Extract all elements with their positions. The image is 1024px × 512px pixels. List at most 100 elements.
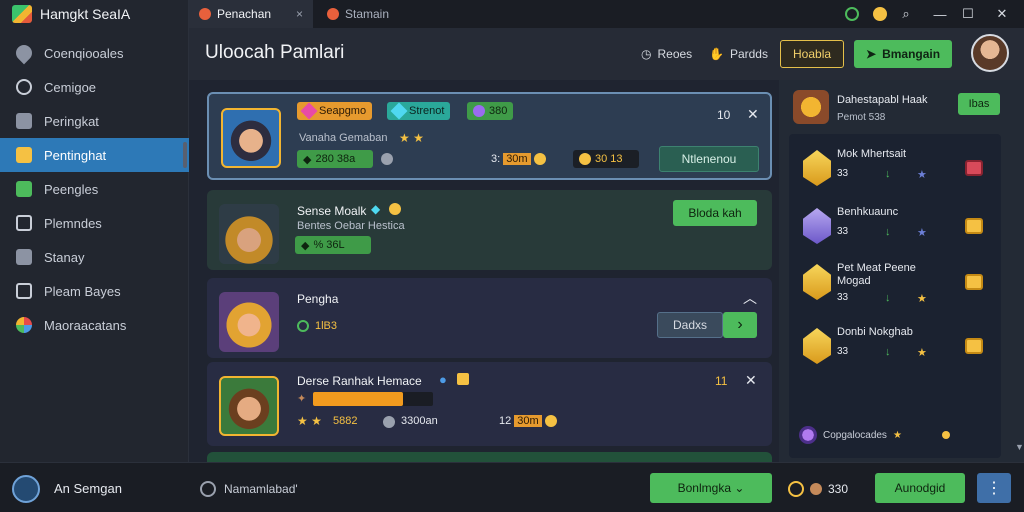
sidebar-item-plemndes[interactable]: Plemndes — [0, 206, 189, 240]
status-text: Namamlabad' — [224, 482, 298, 496]
sword-icon: ◆ — [301, 239, 310, 252]
sidebar-item-label: Coenqiooales — [44, 45, 124, 61]
pardds-link[interactable]: ✋ Pardds — [709, 40, 768, 68]
quest-card[interactable]: Sense Moalk ◆ Bentes Oebar Hestica ◆ % 3… — [207, 190, 772, 270]
bonlmgka-dropdown[interactable]: Bonlmgka ⌄ — [650, 473, 772, 503]
power-stat: ◆ % 36L — [295, 236, 371, 254]
sidebar: Hamgkt SeaIA Coenqiooales Cemigoe Pering… — [0, 0, 189, 462]
more-options-button[interactable]: ⋮ — [977, 473, 1011, 503]
paw-icon — [810, 483, 822, 495]
bloda-kah-button[interactable]: Bloda kah — [673, 200, 757, 226]
list-item[interactable]: Donbi Nokghab 33 ↓ ★ — [789, 320, 1001, 378]
hoabla-button[interactable]: Hoabla — [780, 40, 845, 68]
hero-portrait — [219, 292, 279, 352]
dadxs-button[interactable]: Dadxs — [657, 312, 723, 338]
notification-icon[interactable] — [867, 0, 893, 28]
currency-count: 330 — [788, 481, 848, 497]
sidebar-item-label: Peengles — [44, 181, 99, 197]
progress-fill — [313, 392, 403, 406]
d-badge-icon — [16, 283, 32, 299]
ibas-button[interactable]: Ibas — [958, 93, 1000, 115]
gold-icon — [389, 203, 401, 215]
list-item[interactable]: Copgalocades ★ — [799, 426, 950, 444]
gem-icon — [390, 102, 408, 120]
chest-gold-icon[interactable] — [965, 218, 983, 234]
avatar[interactable] — [971, 34, 1009, 72]
list-item[interactable]: Pet Meat Peene Mogad 33 ↓ ★ — [789, 256, 1001, 314]
paw-icon: ✦ — [297, 393, 307, 405]
globe-icon: ● — [439, 372, 447, 387]
star-icon: ★ — [917, 293, 927, 305]
hero-portrait — [219, 376, 279, 436]
list-item[interactable]: Mok Mhertsait 33 ↓ ★ — [789, 142, 1001, 200]
star-rating: ★ ★ — [399, 131, 424, 145]
timer-value: 30m — [503, 153, 531, 165]
card-title: Sense Moalk — [297, 204, 367, 218]
gold-reward-value: 30 13 — [595, 153, 623, 165]
hero-portrait — [219, 204, 279, 264]
quest-card[interactable]: Seapgmo Strenot 380 Vanaha Gemaban ★ ★ ◆… — [207, 92, 772, 180]
bmangain-button[interactable]: ➤ Bmangain — [854, 40, 953, 68]
user-icon[interactable] — [12, 475, 40, 503]
list-item[interactable]: Benhkuaunc 33 ↓ ★ — [789, 200, 1001, 258]
progress-bar — [313, 392, 433, 406]
timer: 3: 30m — [491, 153, 546, 165]
app-window: Hamgkt SeaIA Coenqiooales Cemigoe Pering… — [0, 0, 1024, 512]
close-icon[interactable]: ✕ — [747, 106, 759, 123]
star-icon: ★ — [917, 169, 927, 181]
scroll-down-icon[interactable]: ▼ — [1015, 442, 1024, 452]
star-icon: ★ — [917, 347, 927, 359]
sidebar-item-maoraacatans[interactable]: Maoraacatans — [0, 308, 189, 342]
quest-card-partial[interactable] — [207, 452, 772, 462]
document-icon — [16, 215, 32, 231]
sidebar-item-pleam-bayes[interactable]: Pleam Bayes — [0, 274, 189, 308]
gold-icon — [579, 153, 591, 165]
timer-prefix: 3: — [491, 153, 501, 165]
tab-bar: Penachan × Stamain ⌕ — ☐ ✕ — [189, 0, 1024, 28]
quest-card[interactable]: Derse Ranhak Hemace ● ✦ ★ ★ 5882 3300an … — [207, 362, 772, 446]
tab-close-icon[interactable]: × — [296, 7, 303, 21]
item-title: Pet Meat Peene Mogad — [837, 262, 916, 287]
crystal-gold-icon — [803, 150, 831, 186]
collapse-icon[interactable]: ︿ — [743, 288, 757, 308]
chest-gold-icon[interactable] — [965, 338, 983, 354]
orb-icon — [473, 105, 485, 117]
maximize-button[interactable]: ☐ — [955, 0, 981, 28]
sidebar-item-peringkat[interactable]: Peringkat — [0, 104, 189, 138]
aunodgid-button[interactable]: Aunodgid — [875, 473, 965, 503]
timer: 12 30m — [499, 415, 557, 427]
chest-gold-icon[interactable] — [965, 274, 983, 290]
next-arrow-button[interactable]: › — [723, 312, 757, 338]
close-window-button[interactable]: ✕ — [989, 0, 1015, 28]
sidebar-scrollbar[interactable] — [183, 142, 187, 168]
app-title: Hamgkt SeaIA — [40, 6, 131, 22]
sidebar-item-cemigoe[interactable]: Cemigoe — [0, 70, 189, 104]
card-title: Derse Ranhak Hemace — [297, 374, 422, 388]
arrow-down-icon: ↓ — [885, 346, 891, 358]
arrow-down-icon: ↓ — [885, 168, 891, 180]
sync-status-icon[interactable] — [839, 0, 865, 28]
app-title-bar: Hamgkt SeaIA — [0, 0, 189, 28]
ticket-icon — [16, 147, 32, 163]
minimize-button[interactable]: — — [927, 0, 953, 28]
search-icon[interactable]: ⌕ — [893, 0, 919, 28]
sidebar-item-pentinghat[interactable]: Pentinghat — [0, 138, 189, 172]
chest-red-icon[interactable] — [965, 160, 983, 176]
hand-icon: ✋ — [709, 47, 724, 61]
close-icon[interactable]: ✕ — [745, 372, 757, 389]
bmangain-label: Bmangain — [882, 47, 941, 61]
sidebar-item-stanay[interactable]: Stanay — [0, 240, 189, 274]
power-stat-value: % 36L — [313, 239, 345, 251]
event-panel: Dahestapabl Haak Pemot 538 Ibas Mok Mher… — [779, 80, 1024, 462]
item-title: Copgalocades — [823, 429, 887, 441]
arrow-down-icon: ↓ — [885, 226, 891, 238]
quest-card[interactable]: Pengha 1lB3 ︿ Dadxs › — [207, 278, 772, 358]
ntlenenou-button[interactable]: Ntlenenou — [659, 146, 759, 172]
tab-label: Penachan — [217, 7, 272, 21]
sidebar-item-peengles[interactable]: Peengles — [0, 172, 189, 206]
tab-penachan[interactable]: Penachan × — [189, 0, 313, 28]
tab-stamain[interactable]: Stamain — [317, 0, 467, 28]
item-count: 33 — [837, 168, 849, 179]
reoes-link[interactable]: ◷ Reoes — [641, 40, 692, 68]
sidebar-item-coenqiooales[interactable]: Coenqiooales — [0, 36, 189, 70]
